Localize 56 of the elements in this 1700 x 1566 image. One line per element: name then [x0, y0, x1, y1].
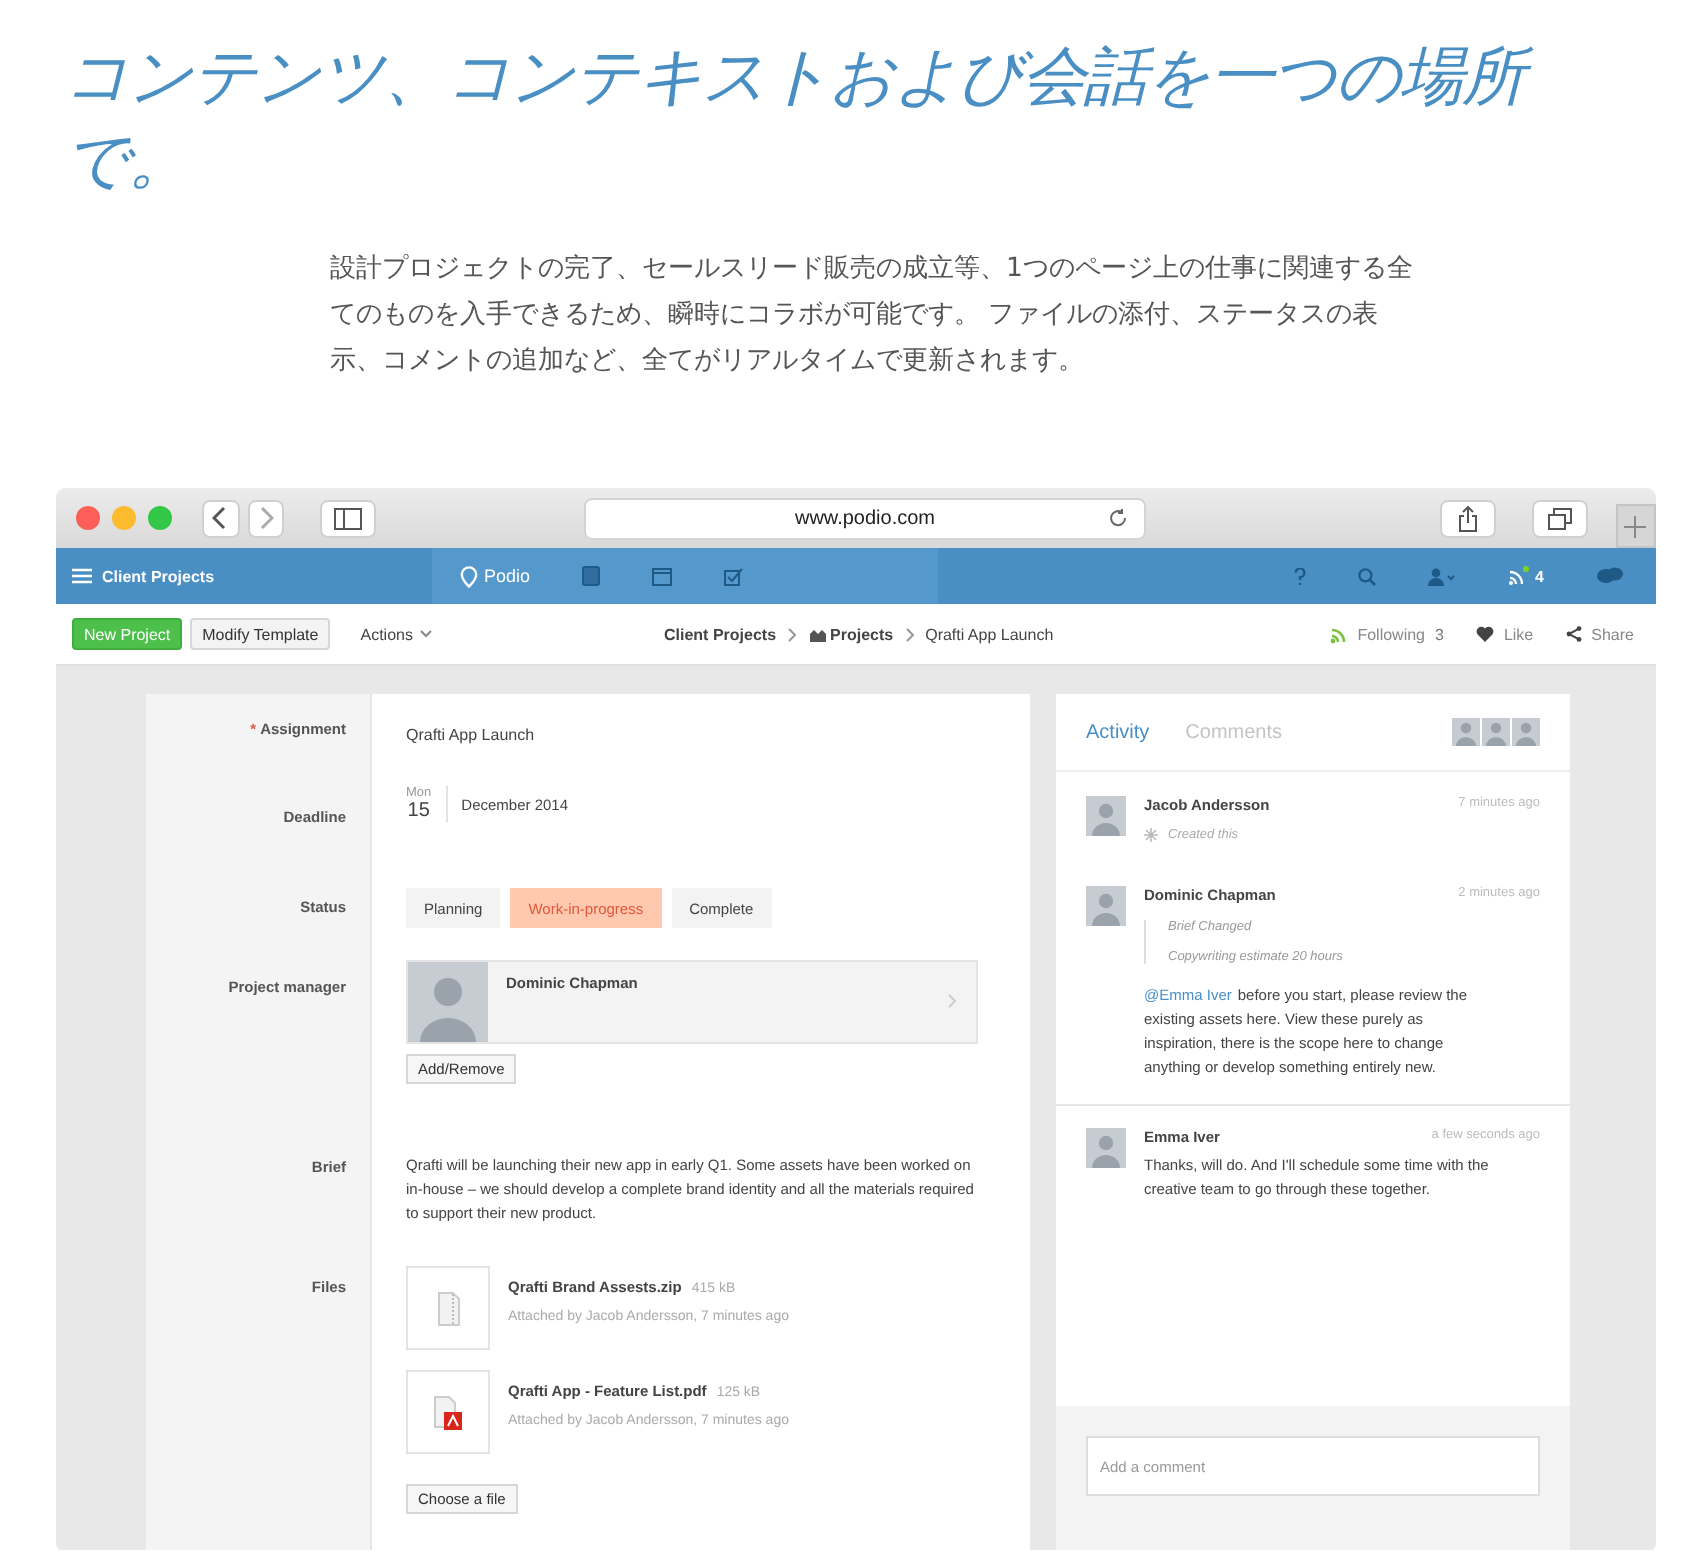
intro-paragraph: 設計プロジェクトの完了、セールスリード販売の成立等、1つのページ上の仕事に関連する全てのものを入手できるため、瞬時にコラボが可能です。 ファイルの添付、ステータスの表示、コメントの追加など、全てがリアルタイムで更新されます。: [330, 252, 1415, 380]
feed-icon: [1329, 625, 1348, 643]
sidebar-icon: [333, 507, 362, 529]
pdf-file-icon: [434, 1395, 462, 1429]
heart-icon: [1475, 626, 1494, 642]
field-value: Qrafti App Launch: [406, 726, 535, 744]
chevron-right-icon: [257, 506, 274, 530]
calendar-icon[interactable]: [652, 567, 673, 585]
contacts-icon[interactable]: [582, 566, 601, 586]
tabs-icon: [1547, 507, 1572, 529]
feed-icon: [1507, 566, 1530, 586]
search-icon[interactable]: [1357, 567, 1376, 585]
like-button[interactable]: Like: [1469, 625, 1540, 643]
user-menu-icon[interactable]: [1427, 567, 1456, 585]
close-button[interactable]: [76, 506, 100, 530]
following-button[interactable]: Following 3: [1323, 625, 1450, 643]
menu-icon[interactable]: [72, 568, 92, 584]
pin-icon: [460, 565, 478, 587]
reload-icon[interactable]: [1108, 507, 1129, 527]
sparkle-icon: [1144, 828, 1158, 842]
chevron-left-icon: [212, 506, 229, 530]
chevron-icon: [948, 994, 956, 1008]
avatar-placeholder: [1086, 886, 1126, 926]
page-heading: コンテンツ、コンテキストおよび会話を一つの場所で。: [0, 0, 1624, 202]
help-icon[interactable]: [1293, 567, 1306, 585]
avatar-placeholder: [1482, 718, 1510, 746]
back-button[interactable]: [202, 499, 239, 537]
avatar-placeholder: [408, 962, 488, 1042]
checkbox-icon[interactable]: [724, 567, 745, 585]
avatar-placeholder: [1086, 796, 1126, 836]
actions-menu[interactable]: Actions: [348, 623, 445, 645]
chevron-icon: [905, 627, 914, 641]
chat-icon[interactable]: [1596, 566, 1624, 586]
plus-icon: [1624, 515, 1647, 537]
zip-file-icon: [437, 1291, 459, 1325]
day-number: 15: [407, 800, 430, 822]
apps-icon: [808, 627, 827, 641]
sidebar-button[interactable]: [320, 499, 376, 537]
share-icon: [1565, 626, 1582, 642]
toolbar-button[interactable]: Modify Template: [190, 618, 331, 650]
breadcrumb-link[interactable]: Client Projects: [664, 625, 777, 643]
avatar-placeholder: [1452, 718, 1480, 746]
tabs-button[interactable]: [1531, 499, 1588, 537]
breadcrumb-link[interactable]: Projects: [808, 625, 894, 643]
share-icon: [1458, 505, 1479, 531]
share-link[interactable]: Share: [1559, 625, 1640, 643]
chevron-icon: [788, 627, 797, 641]
caret-icon: [420, 630, 433, 638]
avatar-placeholder: [1512, 718, 1540, 746]
share-button[interactable]: [1440, 499, 1496, 537]
zoom-button[interactable]: [148, 506, 172, 530]
breadcrumb-link[interactable]: Qrafti App Launch: [925, 625, 1054, 643]
address-bar[interactable]: www.podio.com: [583, 497, 1147, 539]
minimize-button[interactable]: [112, 506, 136, 530]
new-tab-button[interactable]: [1615, 504, 1656, 548]
avatar-placeholder: [1086, 1128, 1126, 1168]
